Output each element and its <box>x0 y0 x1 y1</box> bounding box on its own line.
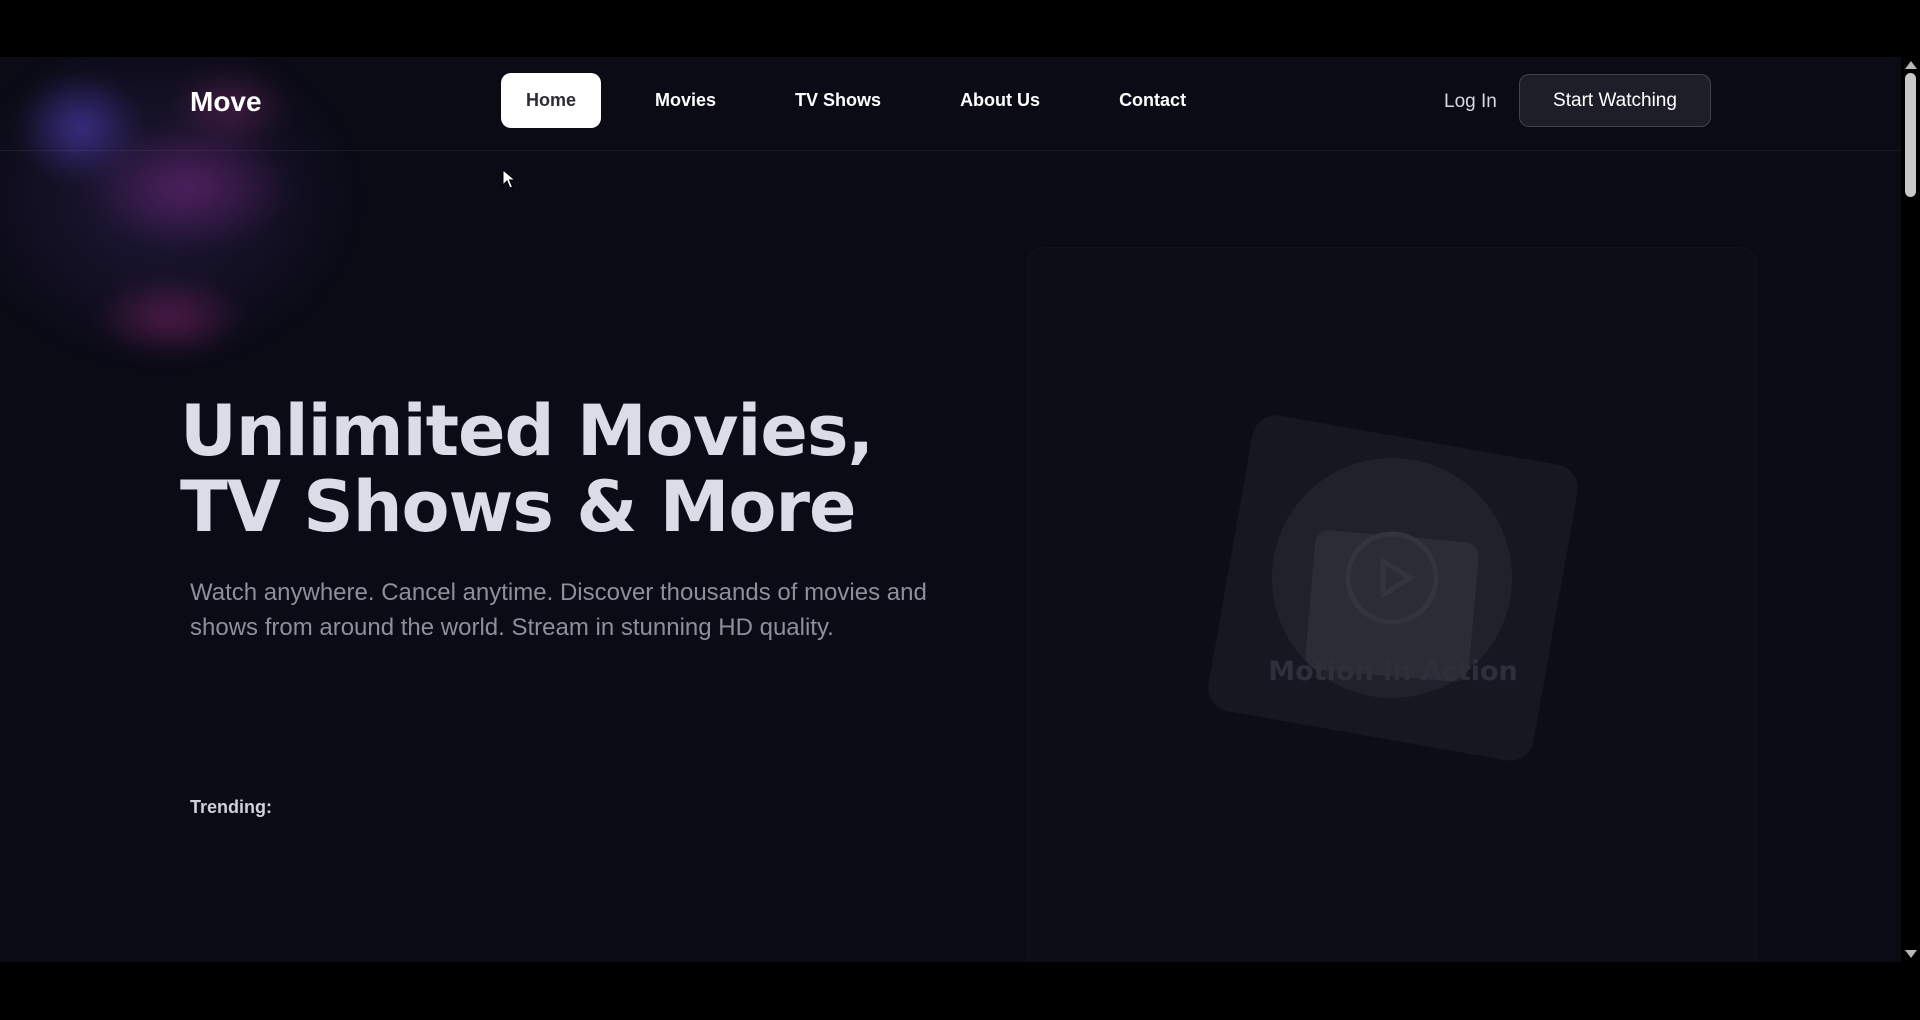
scroll-down-arrow-icon[interactable] <box>1905 950 1917 958</box>
video-label: Motion in Action <box>1268 656 1518 687</box>
hero-subtitle: Watch anywhere. Cancel anytime. Discover… <box>190 579 927 641</box>
play-icon[interactable] <box>1344 530 1440 626</box>
trending-label: Trending: <box>190 797 272 817</box>
hero-title-line-2: TV Shows & More <box>180 466 857 548</box>
nav-link-home[interactable]: Home <box>501 73 602 128</box>
vertical-scrollbar[interactable] <box>1901 57 1920 962</box>
brand-logo[interactable]: Move <box>190 86 262 118</box>
video-panel: Motion in Action <box>1027 247 1757 962</box>
nav-links: Home Movies TV Shows About Us Contact <box>501 73 1240 128</box>
nav-link-tv-shows[interactable]: TV Shows <box>770 73 906 128</box>
nav-link-contact[interactable]: Contact <box>1094 73 1211 128</box>
hero-title-line-1: Unlimited Movies, <box>180 390 874 472</box>
page-viewport: Move Home Movies TV Shows About Us Conta… <box>0 57 1901 962</box>
navbar: Move Home Movies TV Shows About Us Conta… <box>0 57 1901 151</box>
hero-title: Unlimited Movies, TV Shows & More <box>180 393 900 545</box>
login-link[interactable]: Log In <box>1444 91 1497 113</box>
scroll-up-arrow-icon[interactable] <box>1905 61 1917 69</box>
mouse-cursor-icon <box>502 169 516 189</box>
scrollbar-thumb[interactable] <box>1905 73 1916 197</box>
start-watching-button[interactable]: Start Watching <box>1519 74 1711 127</box>
letterbox-top <box>0 0 1920 57</box>
nav-link-about-us[interactable]: About Us <box>935 73 1065 128</box>
letterbox-bottom <box>0 962 1920 1020</box>
nav-link-movies[interactable]: Movies <box>630 73 741 128</box>
